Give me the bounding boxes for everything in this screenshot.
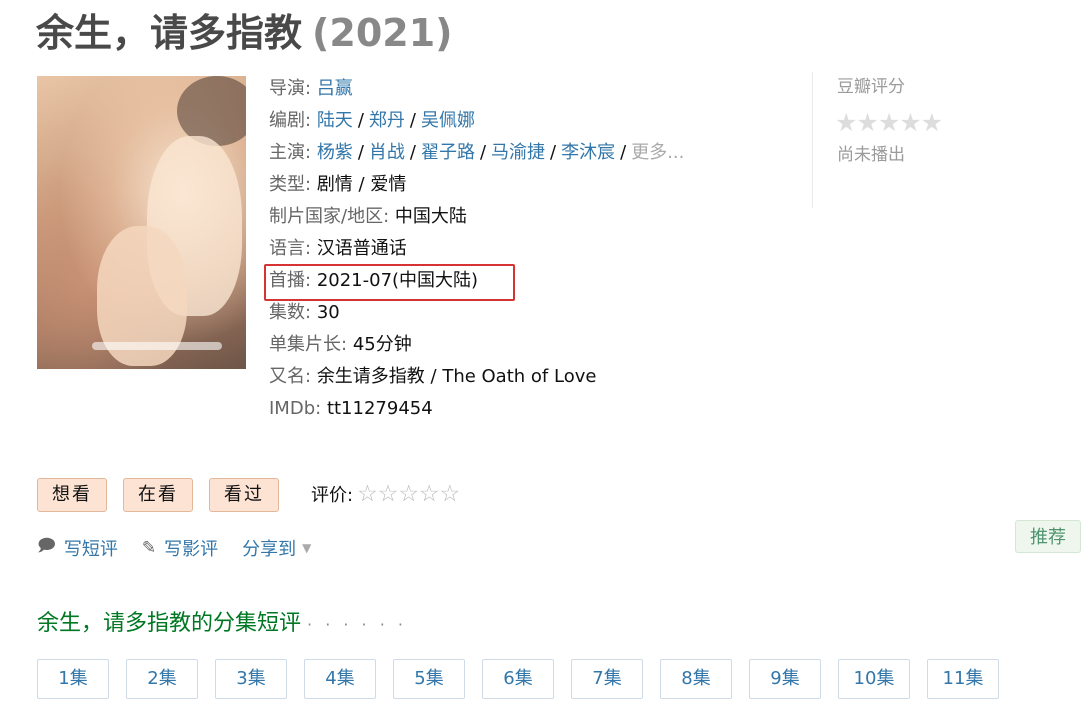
recommend-button[interactable]: 推荐	[1015, 520, 1081, 553]
country-value: 中国大陆	[394, 206, 467, 227]
rate-label: 评价:	[311, 485, 354, 506]
episode-button[interactable]: 2集	[126, 659, 198, 699]
aka-value: 余生请多指教 / The Oath of Love	[316, 366, 597, 387]
language-row: 语言: 汉语普通话	[269, 238, 407, 259]
info-panel: 导演: 吕赢 编剧: 陆天 / 郑丹 / 吴佩娜 主演: 杨紫 / 肖战 / 翟子路 / 马渝捷 / 李…	[269, 73, 684, 425]
pencil-icon: ✎	[141, 537, 157, 558]
title-year: (2021)	[312, 11, 453, 55]
premiere-highlight-box	[264, 264, 515, 301]
poster-image[interactable]	[37, 76, 246, 369]
writer-link[interactable]: 郑丹	[369, 110, 405, 131]
cast-more-link[interactable]: 更多...	[631, 142, 684, 163]
title-name: 余生，请多指教	[36, 11, 303, 55]
writer-link[interactable]: 陆天	[317, 110, 353, 131]
imdb-value: tt11279454	[326, 398, 433, 419]
cast-link[interactable]: 肖战	[369, 142, 405, 163]
rating-stars-icon: ★★★★★	[835, 108, 943, 137]
writer-row: 编剧: 陆天 / 郑丹 / 吴佩娜	[269, 110, 475, 131]
user-rating: 评价: ☆☆☆☆☆	[311, 481, 460, 507]
writer-link[interactable]: 吴佩娜	[421, 110, 475, 131]
episode-button[interactable]: 7集	[571, 659, 643, 699]
cast-link[interactable]: 杨紫	[317, 142, 353, 163]
watched-button[interactable]: 看过	[209, 478, 279, 512]
episode-button[interactable]: 8集	[660, 659, 732, 699]
director-link[interactable]: 吕赢	[317, 78, 353, 99]
action-buttons: 想看 在看 看过	[37, 478, 279, 512]
episodes-value: 30	[316, 302, 340, 323]
share-link[interactable]: 分享到 ▼	[242, 535, 311, 561]
rate-stars-icon[interactable]: ☆☆☆☆☆	[357, 481, 460, 507]
episodes-row: 集数: 30	[269, 302, 340, 323]
episode-button[interactable]: 3集	[215, 659, 287, 699]
episode-button[interactable]: 10集	[838, 659, 910, 699]
review-links: 🗩 写短评 ✎ 写影评 分享到 ▼	[37, 533, 311, 562]
director-row: 导演: 吕赢	[269, 78, 353, 99]
episode-button[interactable]: 1集	[37, 659, 109, 699]
episode-button[interactable]: 4集	[304, 659, 376, 699]
country-row: 制片国家/地区: 中国大陆	[269, 206, 467, 227]
episode-button[interactable]: 5集	[393, 659, 465, 699]
episode-button[interactable]: 11集	[927, 659, 999, 699]
rating-label: 豆瓣评分	[837, 77, 905, 97]
language-value: 汉语普通话	[316, 238, 407, 259]
runtime-value: 45分钟	[352, 334, 412, 355]
cast-link[interactable]: 马渝捷	[491, 142, 545, 163]
rating-status: 尚未播出	[837, 145, 905, 165]
page-title: 余生，请多指教 (2021)	[36, 2, 453, 57]
episode-reviews-heading: 余生，请多指教的分集短评 · · · · · ·	[37, 611, 407, 636]
episode-list: 1集 2集 3集 4集 5集 6集 7集 8集 9集 10集 11集	[37, 659, 1016, 699]
review-link[interactable]: ✎ 写影评	[142, 535, 218, 561]
cast-link[interactable]: 翟子路	[421, 142, 475, 163]
imdb-row: IMDb: tt11279454	[269, 398, 433, 419]
watching-button[interactable]: 在看	[123, 478, 193, 512]
want-button[interactable]: 想看	[37, 478, 107, 512]
runtime-row: 单集片长: 45分钟	[269, 334, 412, 355]
cast-link[interactable]: 李沐宸	[561, 142, 615, 163]
comment-icon: 🗩	[37, 536, 56, 556]
genre-row: 类型: 剧情 / 爱情	[269, 174, 407, 195]
episode-button[interactable]: 9集	[749, 659, 821, 699]
genre-value: 剧情 / 爱情	[316, 174, 407, 195]
cast-row: 主演: 杨紫 / 肖战 / 翟子路 / 马渝捷 / 李沐宸 / 更多...	[269, 142, 685, 163]
divider	[812, 72, 813, 208]
aka-row: 又名: 余生请多指教 / The Oath of Love	[269, 366, 597, 387]
dropdown-arrow-icon: ▼	[302, 540, 312, 555]
episode-button[interactable]: 6集	[482, 659, 554, 699]
short-review-link[interactable]: 🗩 写短评	[37, 533, 118, 562]
